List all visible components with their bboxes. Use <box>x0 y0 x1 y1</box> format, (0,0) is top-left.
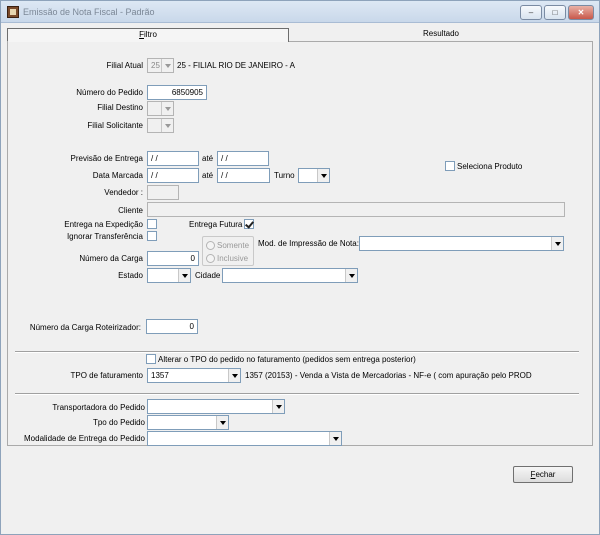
tpo-faturamento-label: TPO de faturamento <box>70 371 143 380</box>
seleciona-produto-label: Seleciona Produto <box>457 162 523 171</box>
data-marcada-to-input[interactable]: / / <box>217 168 270 183</box>
modalidade-entrega-select[interactable] <box>147 431 342 446</box>
close-button[interactable]: ✕ <box>568 5 594 20</box>
somente-label: Somente <box>217 241 250 250</box>
seleciona-produto-checkbox[interactable] <box>445 161 455 171</box>
transportadora-label: Transportadora do Pedido <box>52 403 145 412</box>
turno-label: Turno <box>274 171 295 180</box>
carga-roteirizador-label: Número da Carga Roteirizador: <box>29 323 141 332</box>
inclusive-radio[interactable] <box>206 254 215 263</box>
title-bar[interactable]: Emissão de Nota Fiscal - Padrão – □ ✕ <box>1 1 599 23</box>
separator-1 <box>15 351 579 353</box>
filial-destino-select <box>147 101 174 116</box>
cliente-label: Cliente <box>118 206 143 215</box>
tipo-pedido-label: Tpo do Pedido <box>92 418 145 427</box>
app-icon <box>7 6 19 18</box>
filial-atual-name: 25 - FILIAL RIO DE JANEIRO - A <box>177 61 295 70</box>
filial-destino-label: Filial Destino <box>97 103 143 112</box>
cidade-label: Cidade <box>195 271 221 280</box>
chevron-down-icon <box>551 237 563 250</box>
chevron-down-icon <box>228 369 240 382</box>
filial-atual-select: 25 <box>147 58 174 73</box>
entrega-futura-checkbox[interactable] <box>244 219 254 229</box>
inclusive-label: Inclusive <box>217 254 249 263</box>
cidade-select[interactable] <box>222 268 358 283</box>
previsao-entrega-from-input[interactable]: / / <box>147 151 199 166</box>
chevron-down-icon <box>161 102 173 115</box>
data-marcada-from-input[interactable]: / / <box>147 168 199 183</box>
cliente-input <box>147 202 565 217</box>
chevron-down-icon <box>161 119 173 132</box>
tab-bar: Filtro Resultado <box>7 28 593 42</box>
numero-pedido-input[interactable]: 6850905 <box>147 85 207 100</box>
somente-radio[interactable] <box>206 241 215 250</box>
maximize-button[interactable]: □ <box>544 5 566 20</box>
ignorar-transferencia-checkbox[interactable] <box>147 231 157 241</box>
tab-resultado[interactable]: Resultado <box>289 28 593 42</box>
modalidade-entrega-label: Modalidade de Entrega do Pedido <box>24 434 145 443</box>
carga-roteirizador-input[interactable]: 0 <box>146 319 198 334</box>
data-marcada-label: Data Marcada <box>92 171 143 180</box>
turno-select[interactable] <box>298 168 330 183</box>
separator-2 <box>15 393 579 395</box>
mod-impressao-select[interactable] <box>359 236 564 251</box>
numero-carga-input[interactable]: 0 <box>147 251 199 266</box>
filial-atual-label: Filial Atual <box>106 61 143 70</box>
entrega-futura-label: Entrega Futura <box>189 220 243 229</box>
filial-solicitante-select <box>147 118 174 133</box>
numero-pedido-label: Número do Pedido <box>76 88 143 97</box>
chevron-down-icon <box>345 269 357 282</box>
tpo-faturamento-select[interactable]: 1357 <box>147 368 241 383</box>
tipo-pedido-select[interactable] <box>147 415 229 430</box>
minimize-button[interactable]: – <box>520 5 542 20</box>
estado-label: Estado <box>118 271 143 280</box>
previsao-entrega-to-input[interactable]: / / <box>217 151 269 166</box>
chevron-down-icon <box>272 400 284 413</box>
main-window: Emissão de Nota Fiscal - Padrão – □ ✕ Fi… <box>0 0 600 535</box>
vendedor-input <box>147 185 179 200</box>
chevron-down-icon <box>317 169 329 182</box>
transportadora-select[interactable] <box>147 399 285 414</box>
numero-carga-label: Número da Carga <box>79 254 143 263</box>
entrega-expedicao-label: Entrega na Expedição <box>64 220 143 229</box>
data-marcada-ate-label: até <box>202 171 214 180</box>
tab-filtro[interactable]: Filtro <box>7 28 289 42</box>
fechar-button[interactable]: Fechar <box>513 466 573 483</box>
entrega-expedicao-checkbox[interactable] <box>147 219 157 229</box>
chevron-down-icon <box>178 269 190 282</box>
estado-select[interactable] <box>147 268 191 283</box>
filial-solicitante-label: Filial Solicitante <box>87 121 143 130</box>
alterar-tpo-checkbox[interactable] <box>146 354 156 364</box>
ignorar-transferencia-label: Ignorar Transferência <box>66 232 143 241</box>
alterar-tpo-label: Alterar o TPO do pedido no faturamento (… <box>158 355 416 364</box>
window-title: Emissão de Nota Fiscal - Padrão <box>23 7 155 17</box>
previsao-ate-label: até <box>202 154 214 163</box>
chevron-down-icon <box>161 59 173 72</box>
previsao-entrega-label: Previsão de Entrega <box>70 154 144 163</box>
tpo-faturamento-description: 1357 (20153) - Venda a Vista de Mercador… <box>245 371 532 380</box>
chevron-down-icon <box>329 432 341 445</box>
mod-impressao-label: Mod. de Impressão de Nota: <box>258 239 359 248</box>
vendedor-label: Vendedor : <box>104 188 143 197</box>
chevron-down-icon <box>216 416 228 429</box>
